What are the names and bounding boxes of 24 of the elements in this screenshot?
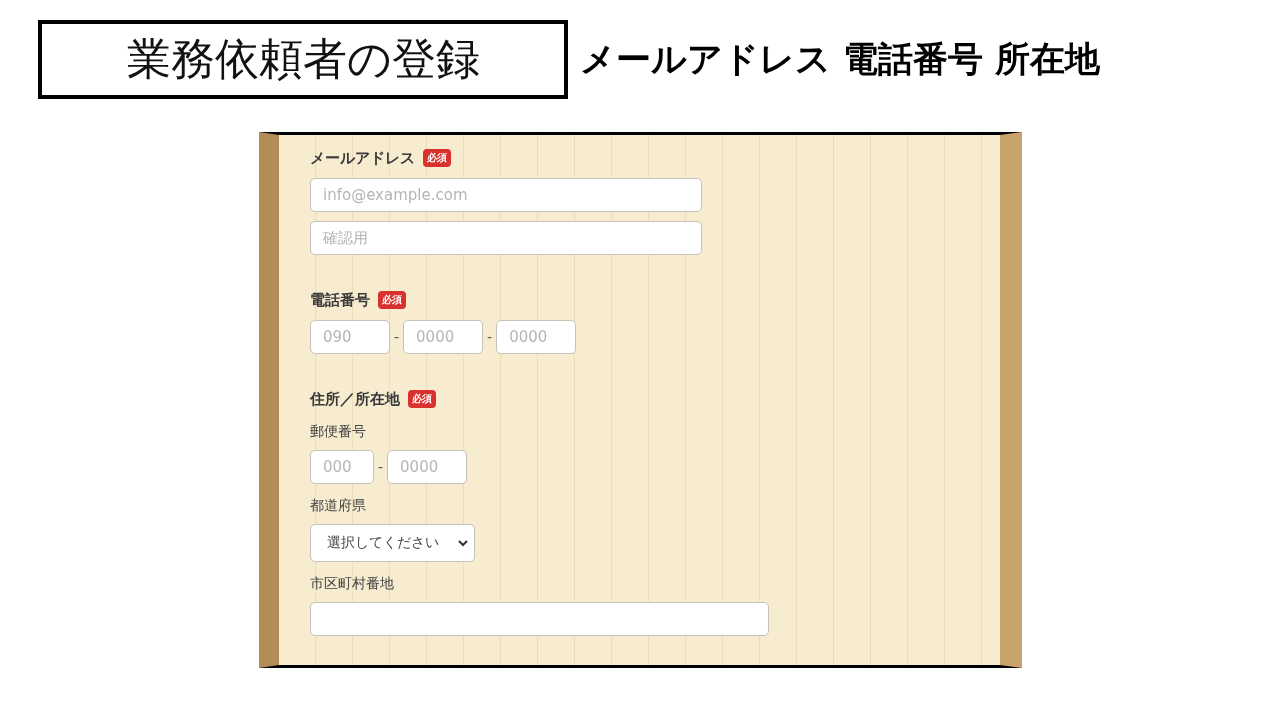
separator: - <box>394 329 400 345</box>
separator: - <box>487 329 493 345</box>
text-field[interactable]: 0000 <box>387 450 468 484</box>
section-label: 住所／所在地 <box>310 389 400 409</box>
section-label: メールアドレス <box>310 148 415 168</box>
text-field[interactable] <box>310 602 769 636</box>
text-field[interactable]: 0000 <box>403 320 484 354</box>
separator: - <box>378 459 384 475</box>
field-label: 郵便番号 <box>310 423 367 441</box>
slide-title: 業務依頼者の登録 <box>38 20 568 99</box>
prefecture-select[interactable]: 選択してください <box>310 524 475 562</box>
field-label: 都道府県 <box>310 497 367 515</box>
required-badge: 必須 <box>423 149 451 167</box>
text-field[interactable]: 090 <box>310 320 390 354</box>
section-label: 電話番号 <box>310 290 370 310</box>
slide-heading: メールアドレス 電話番号 所在地 <box>580 38 1101 81</box>
text-field[interactable]: 0000 <box>496 320 577 354</box>
chevron-down-icon <box>458 539 468 547</box>
text-field[interactable]: 確認用 <box>310 221 702 255</box>
text-field[interactable]: 000 <box>310 450 374 484</box>
text-field[interactable]: info@example.com <box>310 178 702 212</box>
required-badge: 必須 <box>378 291 406 309</box>
field-label: 市区町村番地 <box>310 575 395 593</box>
required-badge: 必須 <box>408 390 436 408</box>
